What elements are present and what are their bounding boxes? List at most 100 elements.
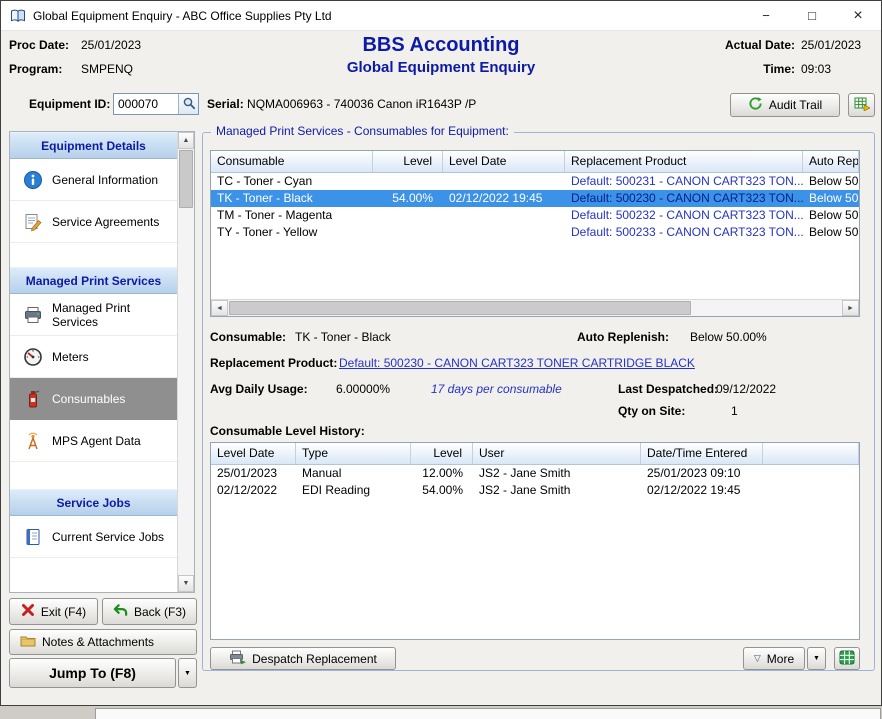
cell-level-date: 25/01/2023 — [211, 465, 296, 482]
history-table: Level Date Type Level User Date/Time Ent… — [210, 442, 860, 640]
col-header-filler — [763, 443, 859, 464]
minimize-button[interactable]: − — [743, 1, 789, 30]
app-icon — [10, 8, 26, 24]
history-row[interactable]: 02/12/2022 EDI Reading 54.00% JS2 - Jane… — [211, 482, 859, 499]
cell-level: 54.00% — [411, 482, 473, 499]
chevron-down-icon: ▼ — [813, 655, 820, 662]
col-header-user[interactable]: User — [473, 443, 641, 464]
window-controls: − □ × — [743, 1, 881, 30]
scroll-up-icon[interactable]: ▲ — [178, 132, 194, 149]
program-label: Program: — [9, 62, 81, 76]
back-button[interactable]: Back (F3) — [102, 598, 197, 625]
scrollbar-thumb[interactable] — [179, 150, 193, 208]
cell-consumable: TK - Toner - Black — [211, 190, 373, 207]
sidebar-item-general-information[interactable]: General Information — [10, 159, 177, 201]
cell-consumable: TC - Toner - Cyan — [211, 173, 373, 190]
sidebar-item-mps-agent-data[interactable]: MPS Agent Data — [10, 420, 177, 462]
cell-filler — [763, 465, 859, 482]
despatch-replacement-button[interactable]: Despatch Replacement — [210, 647, 396, 670]
cell-consumable: TM - Toner - Magenta — [211, 207, 373, 224]
more-dropdown-button[interactable]: ▼ — [807, 647, 826, 670]
jump-to-dropdown-button[interactable]: ▼ — [178, 658, 197, 688]
col-header-datetime[interactable]: Date/Time Entered — [641, 443, 763, 464]
equipment-id-input[interactable] — [114, 94, 178, 114]
sidebar-item-label: Meters — [52, 350, 89, 364]
sidebar-item-managed-print-services[interactable]: Managed Print Services — [10, 294, 177, 336]
sidebar-item-consumables[interactable]: Consumables — [10, 378, 177, 420]
auto-replenish-label: Auto Replenish: — [577, 330, 669, 344]
consumable-row[interactable]: TC - Toner - Cyan Default: 500231 - CANO… — [211, 173, 859, 190]
exit-button[interactable]: Exit (F4) — [9, 598, 98, 625]
maximize-button[interactable]: □ — [789, 1, 835, 30]
cell-level-date — [443, 207, 565, 224]
col-header-level[interactable]: Level — [373, 151, 443, 172]
cell-auto-rep: Below 50.00% — [803, 224, 859, 241]
consumable-value: TK - Toner - Black — [295, 330, 391, 344]
col-header-type[interactable]: Type — [296, 443, 411, 464]
horizontal-scrollbar[interactable]: ◄ ► — [211, 299, 859, 316]
back-label: Back (F3) — [134, 605, 186, 619]
equipment-id-field — [113, 93, 199, 115]
scrollbar-thumb[interactable] — [229, 301, 691, 315]
cell-entered: 02/12/2022 19:45 — [641, 482, 763, 499]
consumable-row[interactable]: TM - Toner - Magenta Default: 500232 - C… — [211, 207, 859, 224]
background-window-edge — [0, 706, 882, 719]
export-button[interactable] — [848, 93, 875, 117]
cell-replacement-link[interactable]: Default: 500232 - CANON CART323 TON... — [565, 207, 803, 224]
col-header-level[interactable]: Level — [411, 443, 473, 464]
more-button[interactable]: ▽ More — [743, 647, 805, 670]
sidebar-item-service-agreements[interactable]: Service Agreements — [10, 201, 177, 243]
audit-trail-button[interactable]: Audit Trail — [730, 93, 840, 117]
cell-type: EDI Reading — [296, 482, 411, 499]
scroll-right-icon[interactable]: ► — [842, 300, 859, 316]
cell-entered: 25/01/2023 09:10 — [641, 465, 763, 482]
chevron-down-icon: ▽ — [754, 653, 761, 664]
search-icon — [182, 96, 196, 113]
cell-level-date: 02/12/2022 19:45 — [443, 190, 565, 207]
cell-auto-rep: Below 50.00% — [803, 173, 859, 190]
header: Proc Date: 25/01/2023 Program: SMPENQ BB… — [1, 31, 881, 89]
header-left: Proc Date: 25/01/2023 Program: SMPENQ — [9, 38, 141, 76]
history-row[interactable]: 25/01/2023 Manual 12.00% JS2 - Jane Smit… — [211, 465, 859, 482]
sidebar-section-managed-print-services: Managed Print Services — [10, 267, 177, 294]
cell-replacement-link[interactable]: Default: 500233 - CANON CART323 TON... — [565, 224, 803, 241]
exit-icon — [21, 603, 35, 620]
col-header-level-date[interactable]: Level Date — [211, 443, 296, 464]
sidebar-scrollbar[interactable]: ▲ ▼ — [177, 132, 194, 592]
sidebar-item-current-service-jobs[interactable]: Current Service Jobs — [10, 516, 177, 558]
notes-attachments-button[interactable]: Notes & Attachments — [9, 629, 197, 655]
sidebar-item-label: General Information — [52, 173, 158, 187]
history-title: Consumable Level History: — [210, 424, 365, 438]
replacement-product-link[interactable]: Default: 500230 - CANON CART323 TONER CA… — [339, 356, 695, 370]
scroll-left-icon[interactable]: ◄ — [211, 300, 228, 316]
days-per-consumable-note: 17 days per consumable — [431, 382, 562, 396]
last-despatched-label: Last Despatched: — [618, 382, 718, 396]
sidebar-item-meters[interactable]: Meters — [10, 336, 177, 378]
close-button[interactable]: × — [835, 1, 881, 30]
lookup-button[interactable] — [178, 94, 198, 114]
last-despatched-value: 09/12/2022 — [716, 382, 776, 396]
sidebar-content: Equipment Details General Information — [10, 132, 177, 592]
col-header-level-date[interactable]: Level Date — [443, 151, 565, 172]
consumable-row-selected[interactable]: TK - Toner - Black 54.00% 02/12/2022 19:… — [211, 190, 859, 207]
header-right: Actual Date: 25/01/2023 Time: 09:03 — [717, 38, 873, 76]
cell-level-date: 02/12/2022 — [211, 482, 296, 499]
auto-replenish-value: Below 50.00% — [690, 330, 767, 344]
cell-level — [373, 173, 443, 190]
export-excel-button[interactable] — [834, 647, 860, 670]
cell-replacement-link[interactable]: Default: 500230 - CANON CART323 TON... — [565, 190, 803, 207]
cell-level-date — [443, 224, 565, 241]
cell-consumable: TY - Toner - Yellow — [211, 224, 373, 241]
cell-level: 12.00% — [411, 465, 473, 482]
col-header-consumable[interactable]: Consumable — [211, 151, 373, 172]
notes-label: Notes & Attachments — [42, 635, 154, 649]
jump-to-button[interactable]: Jump To (F8) — [9, 658, 176, 688]
consumable-row[interactable]: TY - Toner - Yellow Default: 500233 - CA… — [211, 224, 859, 241]
col-header-auto-rep[interactable]: Auto Rep — [803, 151, 859, 172]
mps-consumables-panel: Managed Print Services - Consumables for… — [202, 132, 875, 671]
qty-on-site-label: Qty on Site: — [618, 404, 685, 418]
scroll-down-icon[interactable]: ▼ — [178, 575, 194, 592]
despatch-icon — [229, 650, 246, 668]
cell-replacement-link[interactable]: Default: 500231 - CANON CART323 TON... — [565, 173, 803, 190]
col-header-replacement[interactable]: Replacement Product — [565, 151, 803, 172]
